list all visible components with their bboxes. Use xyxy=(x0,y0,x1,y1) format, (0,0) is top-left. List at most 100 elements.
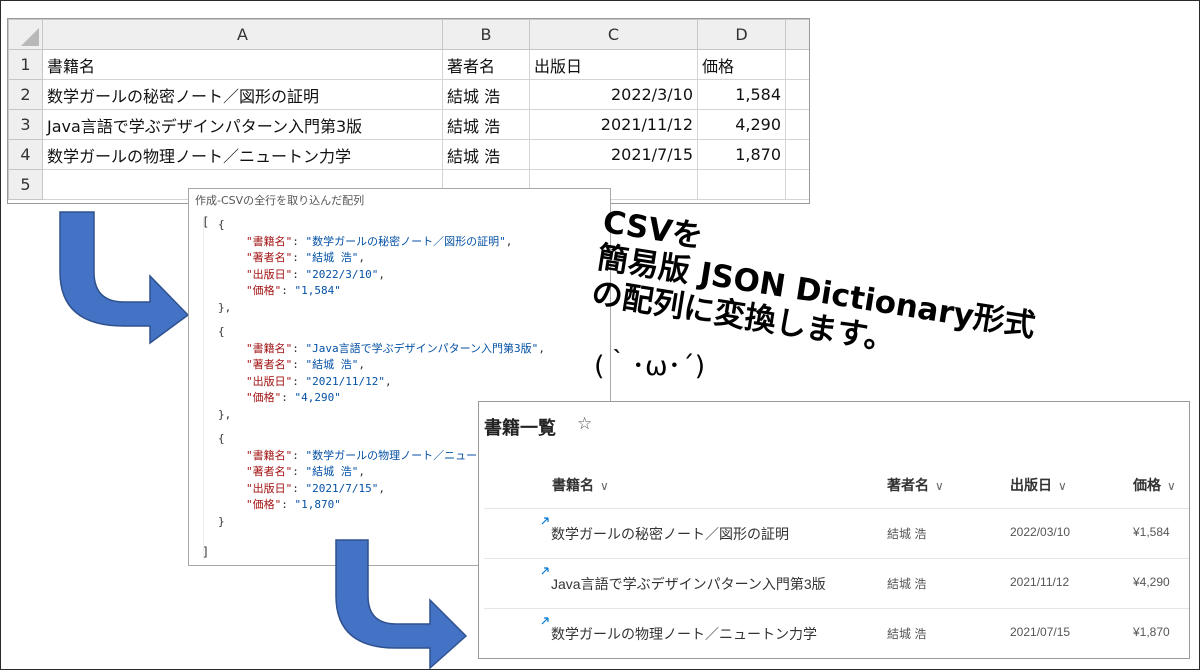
json-key: "書籍名" xyxy=(246,234,293,248)
json-key: "著者名" xyxy=(246,251,293,264)
cell[interactable]: 出版日 xyxy=(529,49,698,80)
chevron-down-icon: ∨ xyxy=(600,479,609,493)
column-header-a[interactable]: A xyxy=(42,19,443,50)
json-value: "1,870" xyxy=(294,498,341,511)
cell[interactable]: 1,870 xyxy=(697,139,786,170)
cell[interactable]: 結城 浩 xyxy=(442,109,530,140)
list-row[interactable]: Java言語で学ぶデザインパターン入門第3版 結城 浩 2021/11/12 ¥… xyxy=(484,558,1189,608)
json-key: "書籍名" xyxy=(246,448,293,462)
cell[interactable] xyxy=(785,139,809,170)
json-key-value-line: "価格": "1,584" xyxy=(246,284,341,297)
kaomoji: (｀･ω･´) xyxy=(594,351,706,382)
column-header-e[interactable] xyxy=(785,19,809,50)
json-brace: { xyxy=(218,325,225,338)
json-key: "著者名" xyxy=(246,358,293,371)
json-value: "Java言語で学ぶデザインパターン入門第3版" xyxy=(305,341,539,355)
json-brace: { xyxy=(218,218,225,231)
column-header-c[interactable]: C xyxy=(529,19,698,50)
cell[interactable] xyxy=(785,49,809,80)
cell[interactable]: 書籍名 xyxy=(42,49,443,80)
cell[interactable]: 結城 浩 xyxy=(442,79,530,110)
excel-column-header-row: A B C D xyxy=(8,19,809,50)
json-value: "2021/7/15" xyxy=(305,481,379,495)
cell[interactable]: Java言語で学ぶデザインパターン入門第3版 xyxy=(42,109,443,140)
row-title[interactable]: 数学ガールの秘密ノート／図形の証明 xyxy=(551,524,789,544)
cell[interactable]: 2022/3/10 xyxy=(529,79,698,110)
new-item-icon xyxy=(541,617,549,625)
column-header-label: 書籍名 xyxy=(552,477,594,493)
json-key: "出版日" xyxy=(246,374,293,388)
cell[interactable]: 1,584 xyxy=(697,79,786,110)
row-price: ¥1,870 xyxy=(1133,625,1170,639)
excel-row: 2 数学ガールの秘密ノート／図形の証明 結城 浩 2022/3/10 1,584 xyxy=(8,79,809,110)
column-header-title[interactable]: 書籍名 ∨ xyxy=(552,475,609,495)
json-value: "2022/3/10" xyxy=(305,267,379,281)
cell[interactable]: 数学ガールの秘密ノート／図形の証明 xyxy=(42,79,443,110)
column-header-d[interactable]: D xyxy=(697,19,786,50)
new-item-icon xyxy=(541,567,549,575)
row-header[interactable]: 3 xyxy=(8,109,43,140)
row-price: ¥4,290 xyxy=(1133,575,1170,589)
list-row[interactable]: 数学ガールの物理ノート／ニュートン力学 結城 浩 2021/07/15 ¥1,8… xyxy=(484,608,1189,658)
cell[interactable]: 著者名 xyxy=(442,49,530,80)
cell[interactable]: 数学ガールの物理ノート／ニュートン力学 xyxy=(42,139,443,170)
row-header[interactable]: 2 xyxy=(8,79,43,110)
json-key: "書籍名" xyxy=(246,341,293,355)
row-header[interactable]: 1 xyxy=(8,49,43,80)
json-value: "結城 浩" xyxy=(305,465,359,478)
json-panel-title: 作成-CSVの全行を取り込んだ配列 xyxy=(195,194,365,207)
select-all-corner[interactable] xyxy=(8,19,43,50)
json-close-bracket: ] xyxy=(202,545,210,559)
row-author: 結城 浩 xyxy=(887,527,927,541)
json-value: "結城 浩" xyxy=(305,358,359,371)
cell[interactable] xyxy=(785,169,809,200)
json-brace-line: }, xyxy=(204,300,601,317)
json-brace: }, xyxy=(218,407,232,421)
list-title: 書籍一覧 xyxy=(484,418,556,438)
cell[interactable] xyxy=(785,79,809,110)
new-item-icon xyxy=(541,517,549,525)
json-key: "価格" xyxy=(246,391,282,404)
cell[interactable] xyxy=(697,169,786,200)
json-key-value-line: "著者名": "結城 浩", xyxy=(246,358,365,371)
json-value: "2021/11/12" xyxy=(305,374,385,388)
row-author: 結城 浩 xyxy=(887,577,927,591)
chevron-down-icon: ∨ xyxy=(1058,479,1067,493)
cell[interactable]: 結城 浩 xyxy=(442,139,530,170)
cell[interactable]: 価格 xyxy=(697,49,786,80)
json-key: "著者名" xyxy=(246,465,293,478)
column-header-price[interactable]: 価格 ∨ xyxy=(1133,475,1176,495)
star-outline-icon[interactable]: ☆ xyxy=(577,414,592,434)
column-header-b[interactable]: B xyxy=(442,19,530,50)
row-title[interactable]: Java言語で学ぶデザインパターン入門第3版 xyxy=(551,574,826,594)
row-title[interactable]: 数学ガールの物理ノート／ニュートン力学 xyxy=(551,624,817,644)
row-date: 2022/03/10 xyxy=(1010,525,1071,539)
column-header-label: 著者名 xyxy=(887,477,929,493)
excel-row: 1 書籍名 著者名 出版日 価格 xyxy=(8,49,809,80)
sharepoint-list: 書籍一覧 ☆ 書籍名 ∨ 著者名 ∨ 出版日 ∨ 価格 ∨ 数学ガールの秘密ノート／図形… xyxy=(478,401,1190,659)
cell[interactable]: 2021/11/12 xyxy=(529,109,698,140)
json-brace: }, xyxy=(218,300,232,314)
json-brace: { xyxy=(218,432,225,445)
json-brace-line: { xyxy=(204,217,601,234)
list-row[interactable]: 数学ガールの秘密ノート／図形の証明 結城 浩 2022/03/10 ¥1,584 xyxy=(484,508,1189,558)
column-header-author[interactable]: 著者名 ∨ xyxy=(887,475,944,495)
json-brace-line: { xyxy=(204,324,601,341)
curved-arrow-icon xyxy=(59,211,190,345)
select-all-triangle-icon xyxy=(21,28,39,46)
json-key: "価格" xyxy=(246,284,282,297)
curved-arrow-icon xyxy=(335,539,468,670)
row-date: 2021/11/12 xyxy=(1010,575,1070,589)
row-header[interactable]: 5 xyxy=(8,169,43,200)
row-header[interactable]: 4 xyxy=(8,139,43,170)
json-value: "結城 浩" xyxy=(305,251,359,264)
json-key-value-line: "出版日": "2021/11/12", xyxy=(246,374,392,388)
column-header-date[interactable]: 出版日 ∨ xyxy=(1010,475,1067,495)
json-open-bracket: [ xyxy=(202,215,210,229)
cell[interactable] xyxy=(785,109,809,140)
json-key: "価格" xyxy=(246,498,282,511)
json-key-value-line: "書籍名": "Java言語で学ぶデザインパターン入門第3版", xyxy=(246,341,545,355)
cell[interactable]: 4,290 xyxy=(697,109,786,140)
column-header-label: 価格 xyxy=(1133,477,1161,493)
cell[interactable]: 2021/7/15 xyxy=(529,139,698,170)
